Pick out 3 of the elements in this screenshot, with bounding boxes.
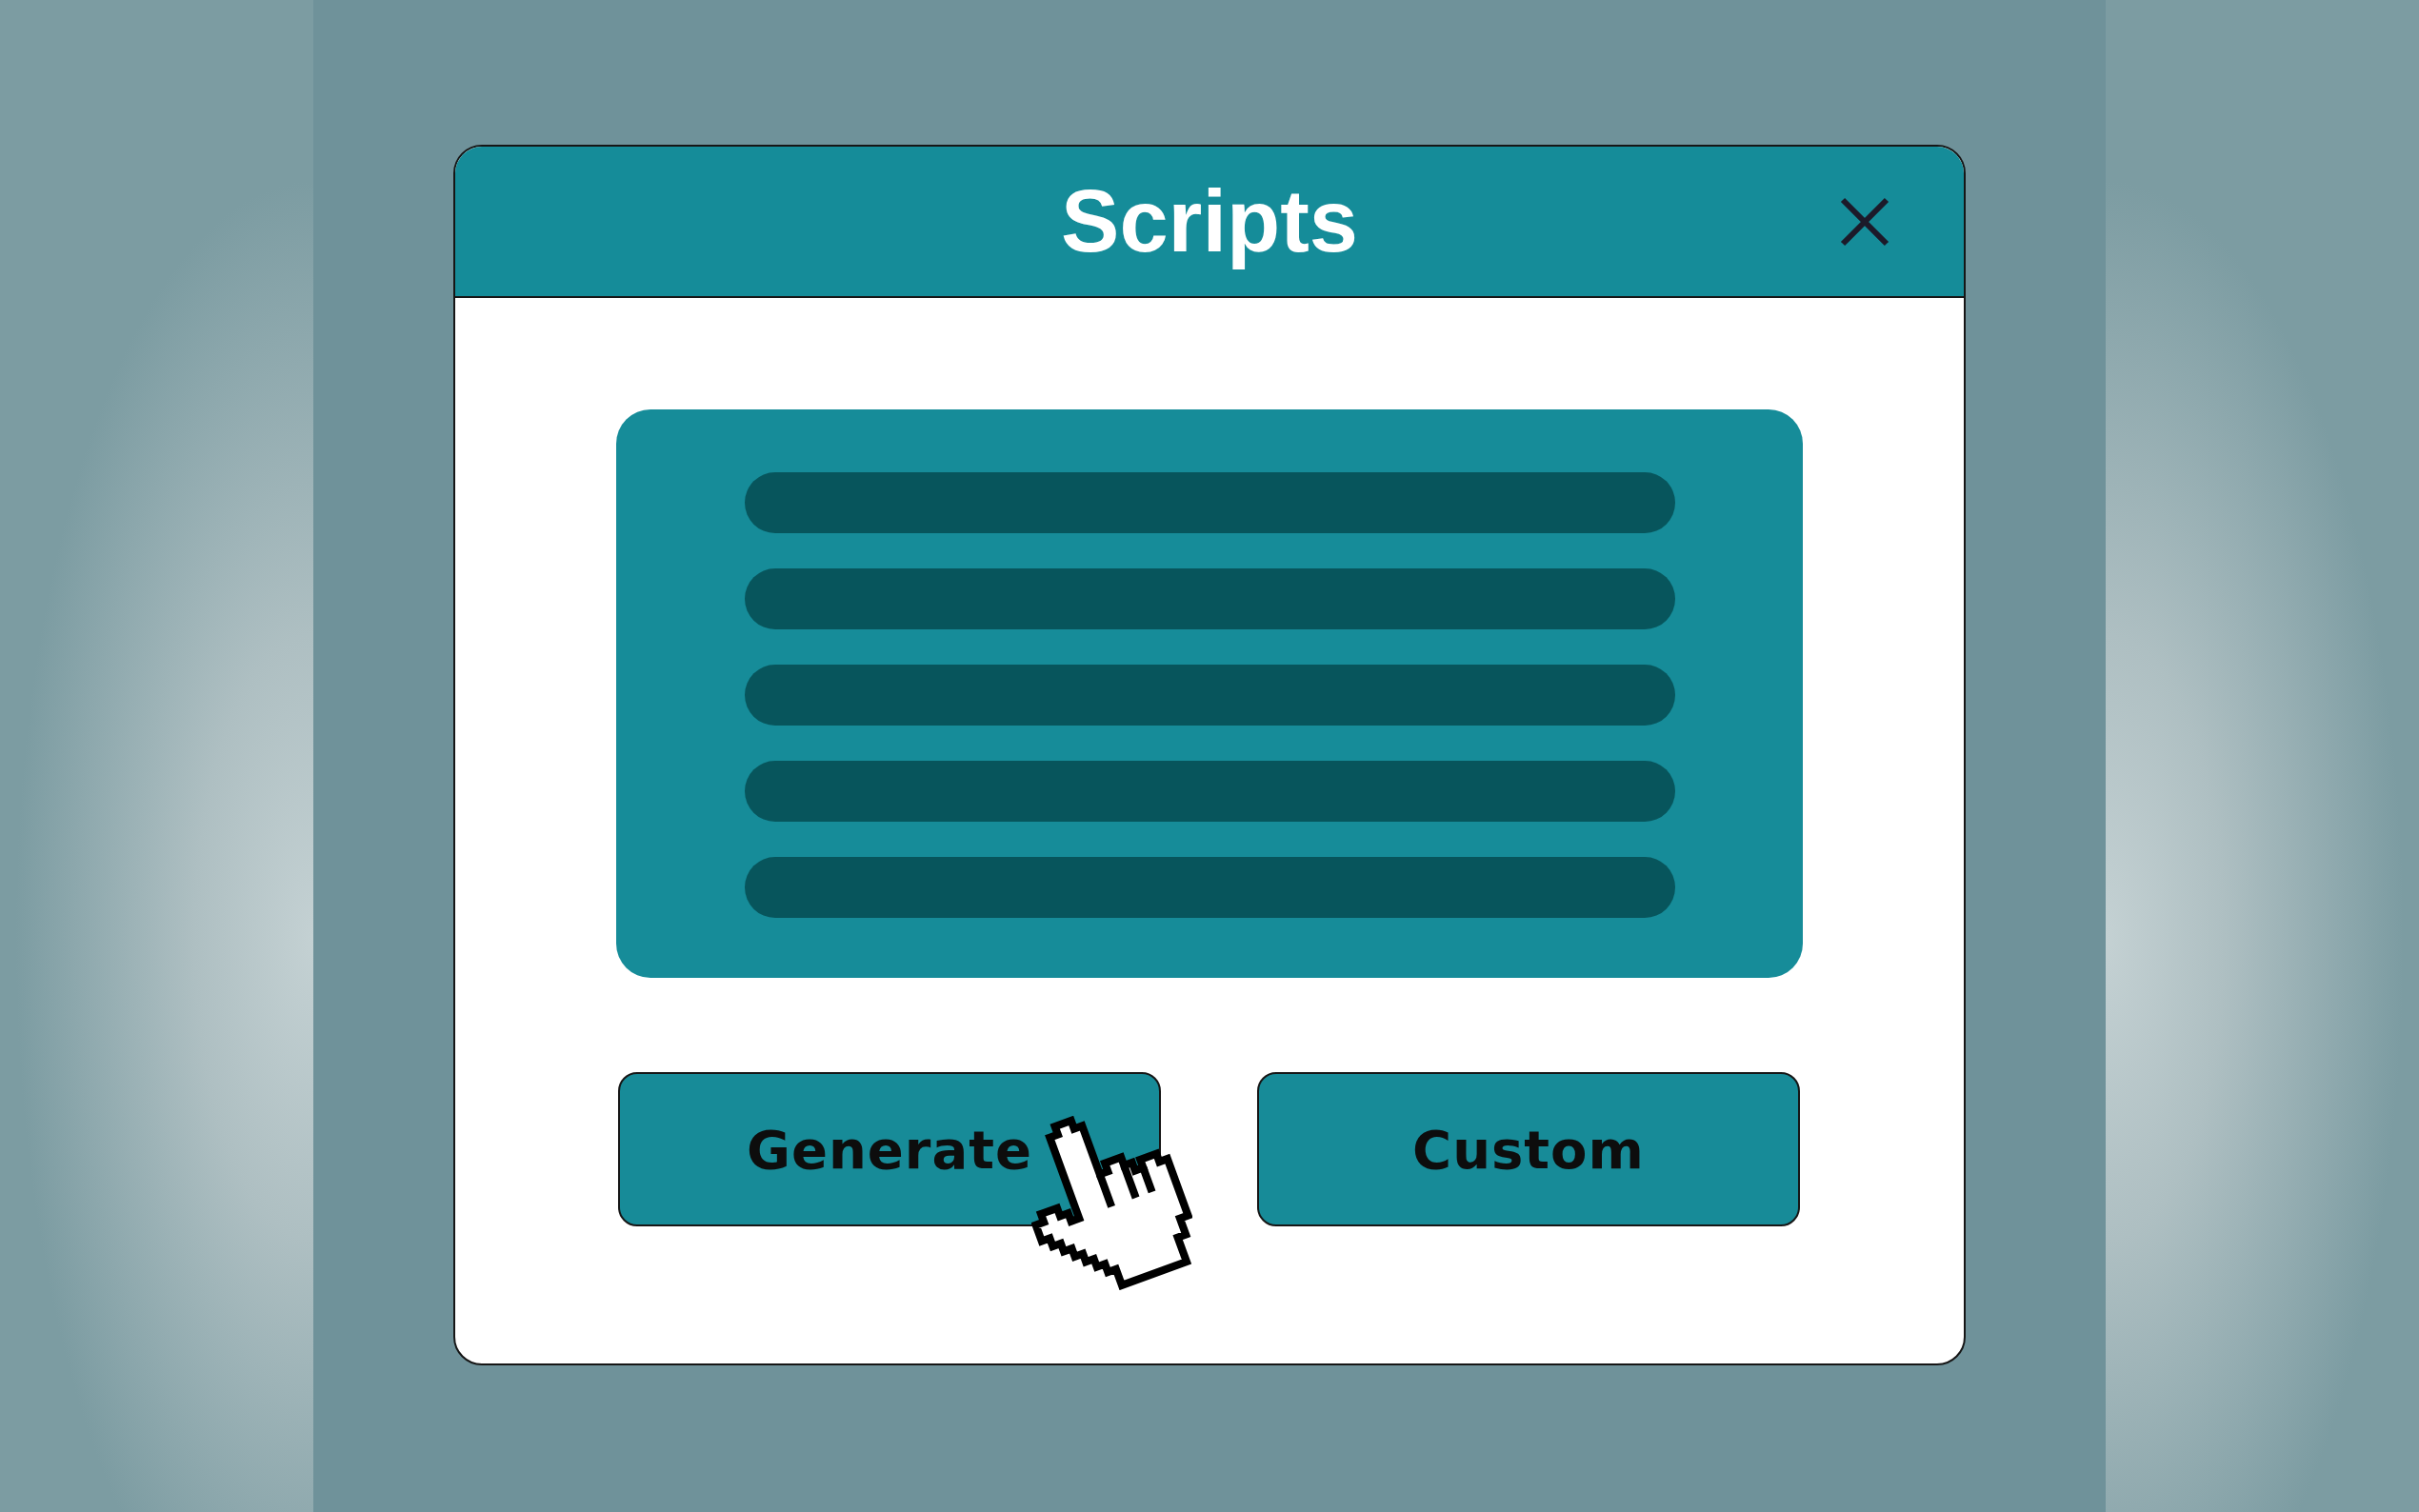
action-button[interactable]: Custom <box>1257 1072 1800 1226</box>
window-title: Scripts <box>1061 172 1358 270</box>
close-icon[interactable] <box>1840 196 1889 247</box>
